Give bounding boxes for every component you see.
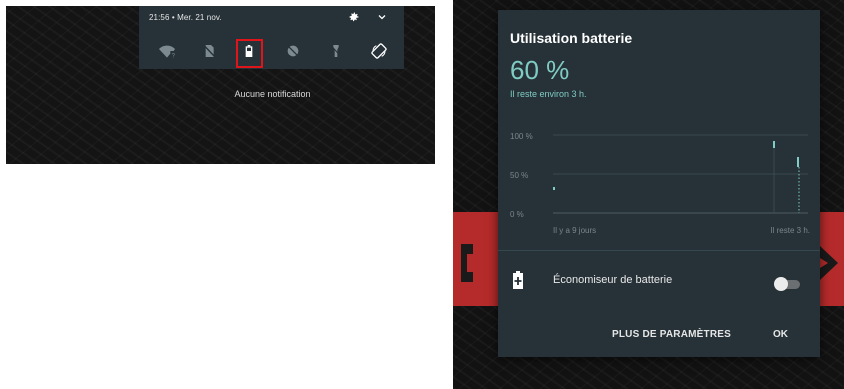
no-notifications-text: Aucune notification (234, 89, 311, 99)
battery-saver-label: Économiseur de batterie (553, 274, 673, 286)
dnd-off-icon[interactable] (285, 43, 301, 59)
rotate-icon[interactable] (371, 43, 387, 59)
svg-text:?: ? (172, 54, 175, 59)
y-tick-label: 50 % (510, 171, 528, 180)
wallpaper-letter-left (461, 244, 473, 282)
gear-icon[interactable] (348, 11, 360, 23)
dialog-title: Utilisation batterie (510, 30, 633, 46)
flashlight-icon[interactable] (328, 43, 344, 59)
wifi-question-icon[interactable]: ? (159, 43, 175, 59)
x-label-end: Il reste 3 h. (770, 226, 810, 235)
battery-percent: 60 % (510, 55, 570, 85)
battery-chart: 100 % 50 % 0 % Il y a 9 jours Il reste 3… (510, 132, 810, 235)
battery-remaining: Il reste environ 3 h. (510, 89, 587, 99)
battery-plus-icon (513, 271, 523, 289)
battery-dialog-screenshot: Utilisation batterie 60 % Il reste envir… (453, 0, 844, 389)
no-sim-icon[interactable] (201, 43, 217, 59)
toggle-thumb (774, 277, 788, 291)
divider (498, 250, 820, 251)
y-tick-label: 0 % (510, 210, 524, 219)
status-time: 21:56 • Mer. 21 nov. (149, 13, 222, 22)
quick-settings-panel: 21:56 • Mer. 21 nov. ? (139, 6, 404, 69)
chevron-down-icon[interactable] (376, 11, 388, 23)
x-label-start: Il y a 9 jours (553, 226, 596, 235)
battery-saver-toggle[interactable] (774, 277, 800, 291)
battery-usage-dialog: Utilisation batterie 60 % Il reste envir… (498, 10, 820, 357)
notification-shade-screenshot: 21:56 • Mer. 21 nov. ? Aucune notificati… (6, 6, 435, 164)
y-tick-label: 100 % (510, 132, 533, 141)
wallpaper-letter-right (820, 246, 838, 280)
battery-icon[interactable] (241, 43, 257, 59)
more-settings-button[interactable]: PLUS DE PARAMÈTRES (612, 329, 731, 340)
ok-button[interactable]: OK (773, 329, 788, 340)
